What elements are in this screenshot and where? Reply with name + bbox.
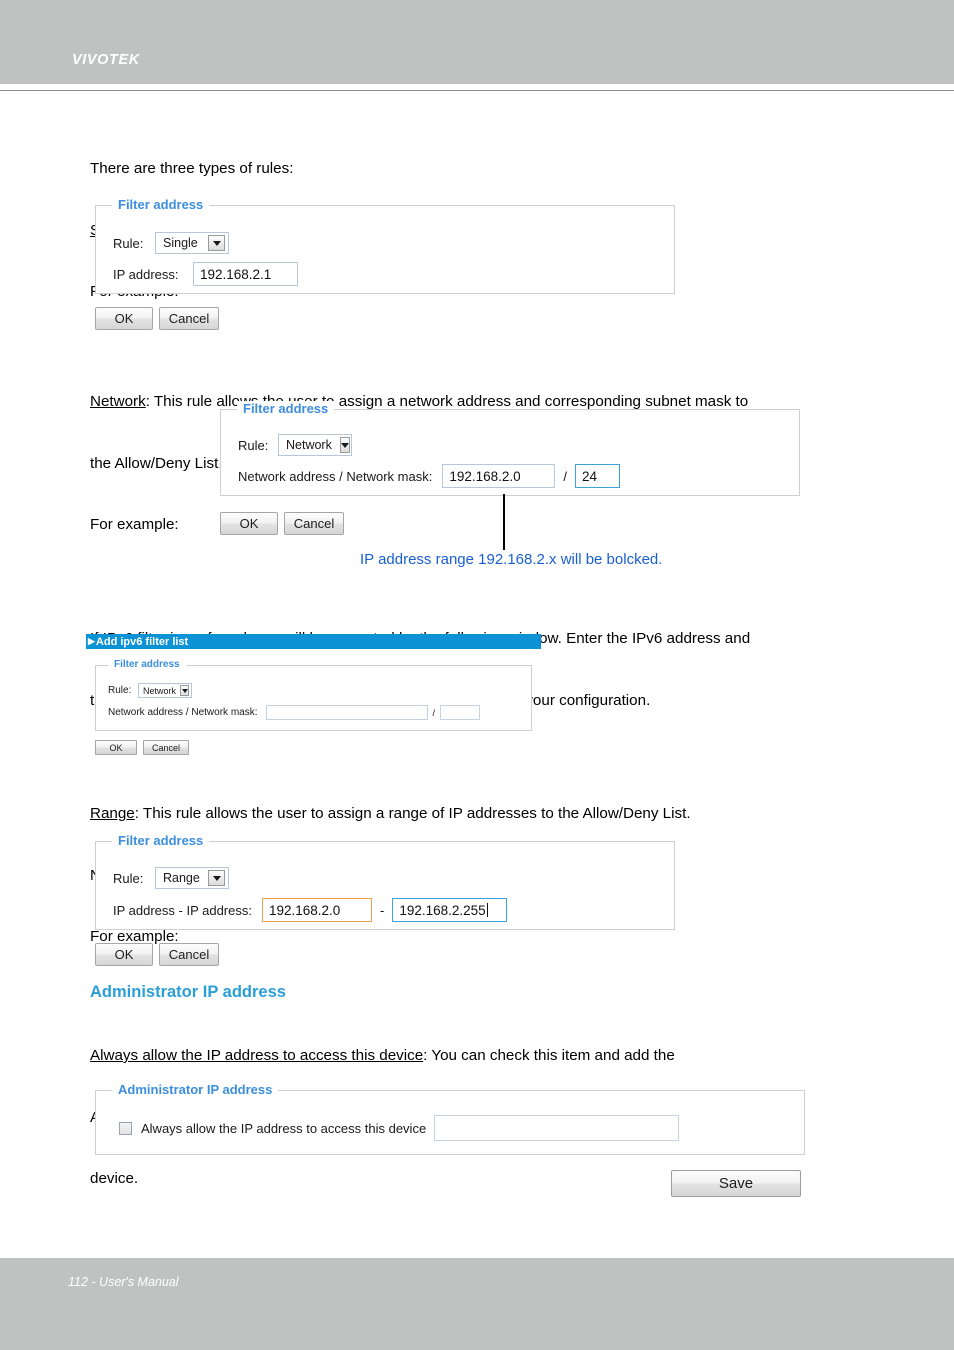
always-allow-checkbox[interactable] [119,1121,132,1135]
header-divider [0,90,954,91]
ipv6-cancel-button[interactable]: Cancel [143,740,189,755]
ipv6-address-separator: / [432,707,436,718]
network-address-label: Network address / Network mask: [238,468,433,484]
network-cancel-button[interactable]: Cancel [284,512,344,535]
page-number-label: 112 - User's Manual [68,1275,179,1289]
ipv6-filter-address-panel: Filter address Rule: Network Network add… [95,659,532,731]
single-ip-label: IP address: [113,266,179,282]
single-rule-select-value: Single [163,236,198,250]
single-rule-row: Rule: Single [113,232,229,254]
vivotek-logo: VIVOTEK [72,52,140,68]
network-panel-legend: Filter address [237,401,335,416]
always-allow-label: Always allow the IP address to access th… [141,1120,427,1136]
ipv6-rule-label: Rule: [108,685,132,696]
single-filter-address-panel: Filter address Rule: Single IP address: … [95,197,675,294]
range-ip-separator: - [379,902,385,918]
text-caret [486,903,488,917]
admin-description-1: : You can check this item and add the [423,1047,675,1064]
chevron-down-icon [180,685,189,696]
triangle-right-icon: ▶ [88,636,95,646]
ipv6-panel-legend: Filter address [108,659,186,670]
network-rule-row: Rule: Network [238,434,352,456]
ipv6-rule-row: Rule: Network [108,683,192,698]
page-header-band [0,0,954,84]
range-panel-legend: Filter address [112,833,210,848]
ipv6-window-title: Add ipv6 filter list [95,635,189,648]
network-rule-label: Rule: [238,437,269,453]
range-cancel-button[interactable]: Cancel [159,943,219,966]
ipv6-ok-button[interactable]: OK [95,740,137,755]
page-footer-band [0,1258,954,1350]
single-panel-legend: Filter address [112,197,210,212]
save-button[interactable]: Save [671,1170,801,1197]
chevron-down-icon [339,437,350,453]
network-rule-select-value: Network [286,438,332,452]
ipv6-rule-select[interactable]: Network [138,683,192,698]
range-rule-select[interactable]: Range [155,867,229,889]
range-rule-select-value: Range [163,871,200,885]
ipv6-address-row: Network address / Network mask: / [108,705,481,720]
range-ip-label: IP address - IP address: [113,902,252,918]
single-ok-button[interactable]: OK [95,307,153,330]
range-line-1: Range: This rule allows the user to assi… [90,804,880,825]
administrator-checkbox-row: Always allow the IP address to access th… [119,1115,680,1141]
administrator-panel-legend: Administrator IP address [112,1082,279,1097]
ipv6-mask-input[interactable] [440,705,481,720]
single-ip-input[interactable]: 192.168.2.1 [193,262,298,286]
administrator-ip-input[interactable] [434,1115,680,1141]
ipv6-rule-select-value: Network [143,685,177,696]
range-term: Range [90,805,135,822]
network-rule-select[interactable]: Network [278,434,352,456]
admin-term: Always allow the IP address to access th… [90,1047,424,1064]
range-rule-row: Rule: Range [113,867,229,889]
network-address-row: Network address / Network mask: 192.168.… [238,464,620,488]
network-address-input[interactable]: 192.168.2.0 [442,464,556,488]
network-mask-input[interactable]: 24 [574,464,620,488]
range-ip-end-value: 192.168.2.255 [399,902,486,918]
chevron-down-icon [208,870,225,886]
ipv6-address-input[interactable] [265,705,428,720]
range-ip-end-input[interactable]: 192.168.2.255 [392,898,508,922]
network-ok-button[interactable]: OK [220,512,278,535]
single-ip-row: IP address: 192.168.2.1 [113,262,298,286]
callout-pointer-line [503,494,505,550]
administrator-ip-panel: Administrator IP address Always allow th… [95,1082,805,1155]
network-filter-address-panel: Filter address Rule: Network Network add… [220,401,800,496]
network-address-separator: / [563,468,567,484]
network-term: Network [90,393,146,410]
chevron-down-icon [208,235,225,251]
range-rule-label: Rule: [113,870,144,886]
admin-line-1: Always allow the IP address to access th… [90,1046,865,1067]
range-ok-button[interactable]: OK [95,943,153,966]
ipv6-window-titlebar: ▶ Add ipv6 filter list [86,634,541,649]
single-cancel-button[interactable]: Cancel [159,307,219,330]
range-description-1: : This rule allows the user to assign a … [134,805,691,822]
intro-line-1: There are three types of rules: [90,160,294,177]
range-ip-start-input[interactable]: 192.168.2.0 [261,898,372,922]
single-rule-select[interactable]: Single [155,232,229,254]
ipv6-address-label: Network address / Network mask: [108,707,258,718]
range-ip-row: IP address - IP address: 192.168.2.0 - 1… [113,898,508,922]
administrator-ip-heading: Administrator IP address [90,983,286,1001]
single-rule-label: Rule: [113,235,144,251]
range-filter-address-panel: Filter address Rule: Range IP address - … [95,833,675,930]
network-range-caption: IP address range 192.168.2.x will be bol… [360,551,663,568]
network-for-example: For example: [90,516,179,533]
